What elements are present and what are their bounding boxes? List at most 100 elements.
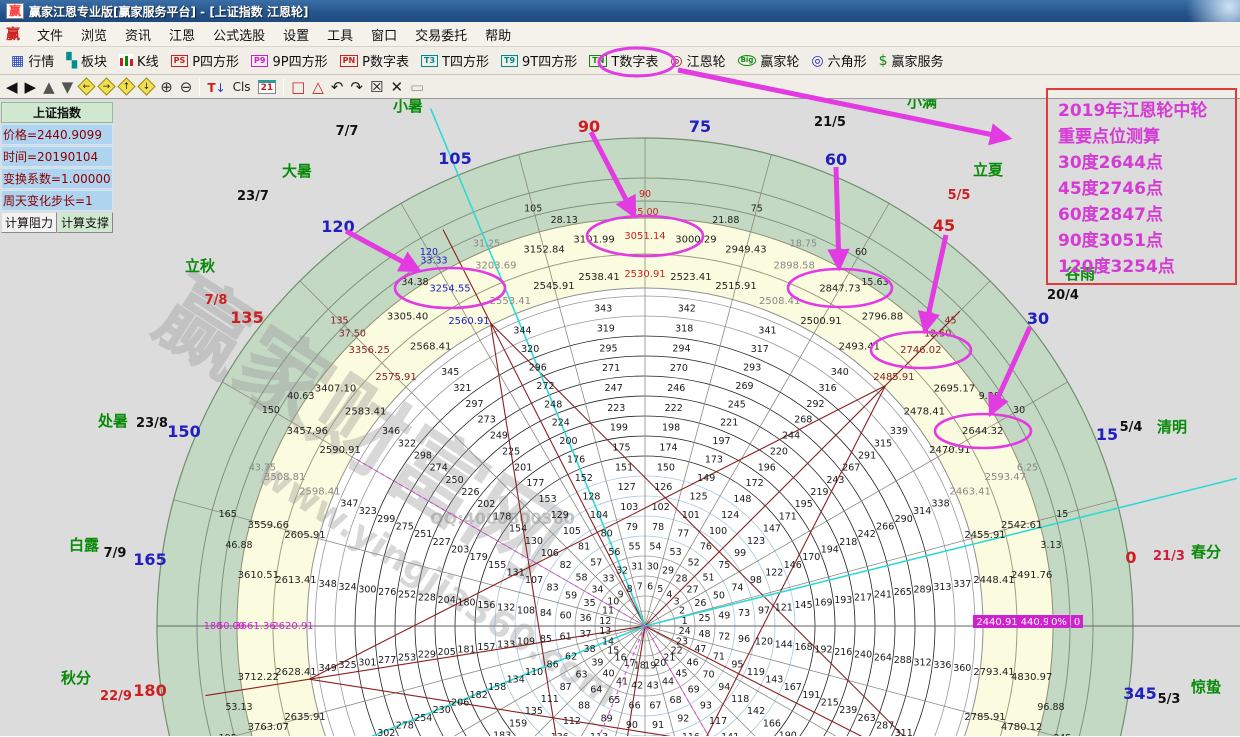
svg-text:217: 217 [854,592,872,603]
svg-text:135: 135 [525,706,543,717]
note-line-5: 90度3051点 [1058,228,1229,254]
svg-text:344: 344 [513,325,531,336]
svg-text:110: 110 [525,667,543,678]
svg-text:86: 86 [547,659,559,670]
pointer-up-icon[interactable]: ▲ [43,79,55,95]
move-up-icon[interactable]: ↑ [117,77,135,95]
pointer-down-icon[interactable]: ▼ [62,79,74,95]
svg-text:168: 168 [795,642,813,653]
svg-text:1: 1 [682,616,688,627]
menu-item-7[interactable]: 窗口 [362,27,406,46]
svg-text:90: 90 [639,189,651,200]
toolbar-button-六角形[interactable]: ◎六角形 [806,49,871,72]
zoom-out-icon[interactable]: ⊖ [180,79,193,95]
move-right-icon[interactable]: → [97,77,115,95]
cross-tool-icon[interactable]: ✕ [390,79,403,95]
svg-text:149: 149 [697,473,715,484]
svg-text:325: 325 [339,660,357,671]
svg-text:2949.43: 2949.43 [725,244,766,255]
toolbar-button-P数字表[interactable]: PNP数字表 [335,49,414,72]
forward-icon[interactable]: ▶ [25,79,37,95]
back-icon[interactable]: ◀ [6,79,18,95]
toolbar-button-赢家服务[interactable]: $赢家服务 [874,49,949,72]
calc-resistance-button[interactable]: 计算阻力 [1,212,57,233]
winner-wheel-icon: Big [738,55,757,66]
zoom-in-icon[interactable]: ⊕ [160,79,173,95]
toolbar-label: 行情 [28,51,54,70]
svg-text:136: 136 [551,732,569,736]
menu-item-0[interactable]: 文件 [28,27,72,46]
svg-text:323: 323 [359,506,377,517]
svg-text:立夏: 立夏 [973,161,1004,179]
svg-text:301: 301 [358,658,376,669]
svg-text:15: 15 [1096,425,1118,444]
svg-text:6: 6 [647,581,653,592]
calc-support-button[interactable]: 计算支撑 [57,212,113,233]
calendar-icon[interactable]: 21 [258,80,277,94]
toolbar-label: 六角形 [828,51,867,70]
box-x-icon[interactable]: ☒ [370,79,383,95]
svg-text:134: 134 [507,675,525,686]
svg-text:297: 297 [465,399,483,410]
menu-item-2[interactable]: 资讯 [116,27,160,46]
svg-text:小满: 小满 [907,99,937,111]
svg-text:277: 277 [378,655,396,666]
sort-icon[interactable]: T↓ [207,77,225,96]
svg-text:135: 135 [330,316,348,327]
svg-text:105: 105 [438,149,471,168]
svg-text:119: 119 [747,667,765,678]
svg-text:秋分: 秋分 [61,669,91,687]
svg-text:小暑: 小暑 [393,99,423,115]
svg-text:77: 77 [677,529,689,540]
triangle-tool-icon[interactable]: △ [312,79,324,95]
square-tool-icon[interactable]: □ [291,79,305,95]
toolbar-button-9P四方形[interactable]: P99P四方形 [246,49,333,72]
toolbar-button-P四方形[interactable]: PSP四方形 [166,49,244,72]
toolbar-button-T数字表[interactable]: TNT数字表 [584,49,663,72]
svg-text:216: 216 [834,647,852,658]
toolbar-button-9T四方形[interactable]: T99T四方形 [496,49,582,72]
cls-button[interactable]: Cls [233,79,251,95]
svg-text:67: 67 [649,700,661,711]
svg-text:0: 0 [1125,548,1136,567]
toolbar-button-T四方形[interactable]: T3T四方形 [416,49,494,72]
svg-text:74: 74 [731,583,743,594]
menu-item-3[interactable]: 江恩 [160,27,204,46]
svg-text:246: 246 [667,383,685,394]
menu-item-5[interactable]: 设置 [274,27,318,46]
svg-text:100: 100 [709,526,727,537]
menu-item-6[interactable]: 工具 [318,27,362,46]
svg-text:0: 0 [1074,617,1080,628]
svg-text:75: 75 [689,117,711,136]
presentation-icon[interactable]: ▭ [410,79,424,95]
svg-text:264: 264 [874,652,892,663]
svg-text:342: 342 [678,304,696,315]
move-left-icon[interactable]: ← [77,77,95,95]
svg-text:2605.91: 2605.91 [284,530,325,541]
rotate-cw-icon[interactable]: ↷ [350,79,363,95]
menu-item-8[interactable]: 交易委托 [406,27,476,46]
toolbar-separator [283,78,284,96]
svg-text:3051.14: 3051.14 [624,231,665,242]
t3-icon: T3 [421,55,438,67]
svg-text:271: 271 [602,363,620,374]
toolbar-button-赢家轮[interactable]: Big赢家轮 [733,49,805,72]
menu-item-4[interactable]: 公式选股 [204,27,274,46]
svg-text:346: 346 [382,426,400,437]
move-down-icon[interactable]: ↓ [137,77,155,95]
toolbar-button-板块[interactable]: ▚板块 [61,49,112,72]
svg-text:21/3: 21/3 [1153,549,1185,564]
svg-text:177: 177 [526,478,544,489]
p9-icon: P9 [251,55,268,67]
menu-item-9[interactable]: 帮助 [476,27,520,46]
rotate-ccw-icon[interactable]: ↶ [331,79,344,95]
svg-text:61: 61 [560,631,572,642]
blocks-icon: ▚ [66,54,77,68]
toolbar-button-江恩轮[interactable]: ◎江恩轮 [665,49,730,72]
svg-text:90: 90 [626,720,638,731]
menu-item-1[interactable]: 浏览 [72,27,116,46]
svg-text:33: 33 [602,573,614,584]
toolbar-button-行情[interactable]: ▦行情 [6,49,59,72]
toolbar-button-K线[interactable]: K线 [114,49,164,72]
svg-text:28.13: 28.13 [551,215,578,226]
